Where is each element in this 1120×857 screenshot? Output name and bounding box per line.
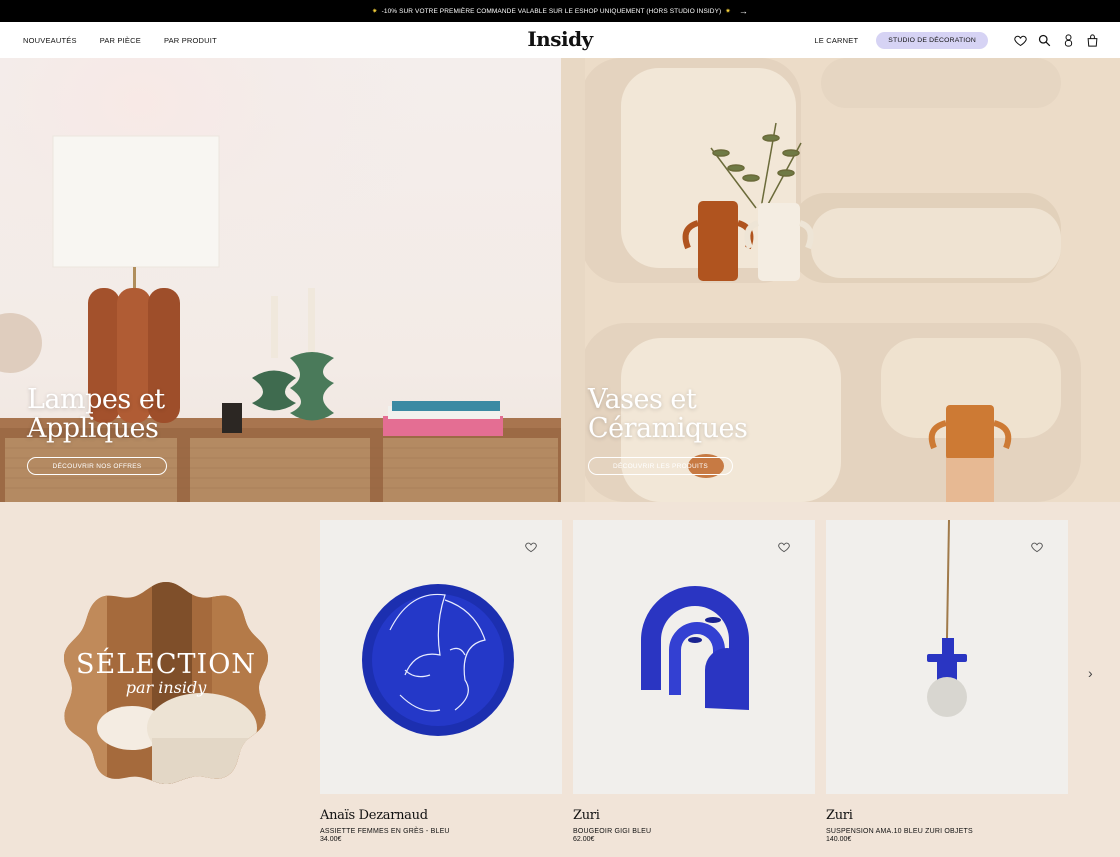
product-name[interactable]: ASSIETTE FEMMES EN GRÈS - BLEU: [320, 828, 562, 835]
product-card[interactable]: Anaïs Dezarnaud ASSIETTE FEMMES EN GRÈS …: [320, 520, 562, 843]
hero-lamps[interactable]: Lampes et Appliques DÉCOUVRIR NOS OFFRES: [0, 58, 561, 502]
product-image[interactable]: [573, 520, 815, 794]
product-price: 34.00€: [320, 836, 342, 843]
product-card[interactable]: Zuri BOUGEOIR GIGI BLEU 62.00€: [573, 520, 815, 843]
selection-badge-text: SÉLECTION par insidy: [62, 650, 270, 696]
search-icon[interactable]: [1036, 32, 1052, 48]
bag-icon[interactable]: [1084, 32, 1100, 48]
hero-lamps-button[interactable]: DÉCOUVRIR NOS OFFRES: [27, 457, 167, 475]
nav-le-carnet[interactable]: LE CARNET: [814, 36, 858, 45]
candle-holder-image: [641, 586, 749, 710]
star-icon: ✷: [372, 8, 378, 15]
heart-icon[interactable]: [1012, 32, 1028, 48]
heart-icon[interactable]: [777, 540, 791, 554]
heart-icon[interactable]: [1030, 540, 1044, 554]
arrow-right-icon[interactable]: →: [739, 6, 748, 16]
studio-button[interactable]: STUDIO DE DÉCORATION: [876, 31, 988, 49]
pendant-lamp-image: [927, 519, 967, 717]
hero-vases-title: Vases et Céramiques: [588, 384, 748, 444]
chevron-right-icon[interactable]: ›: [1088, 665, 1093, 681]
hero-vases-button[interactable]: DÉCOUVRIR LES PRODUITS: [588, 457, 733, 475]
product-name[interactable]: SUSPENSION AMA.10 BLEU ZURI OBJETS: [826, 828, 1068, 835]
product-image[interactable]: [320, 520, 562, 794]
hero-vases[interactable]: Vases et Céramiques DÉCOUVRIR LES PRODUI…: [561, 58, 1120, 502]
product-name[interactable]: BOUGEOIR GIGI BLEU: [573, 828, 815, 835]
announcement-bar[interactable]: ✷ -10% SUR VOTRE PREMIÈRE COMMANDE VALAB…: [0, 0, 1120, 22]
selection-title: SÉLECTION: [76, 649, 256, 680]
announcement-text: -10% SUR VOTRE PREMIÈRE COMMANDE VALABLE…: [381, 7, 722, 15]
header-actions: LE CARNET STUDIO DE DÉCORATION: [814, 22, 1100, 58]
account-icon[interactable]: [1060, 32, 1076, 48]
product-brand[interactable]: Zuri: [573, 808, 815, 823]
hero-lamps-title: Lampes et Appliques: [27, 384, 165, 444]
heart-icon[interactable]: [524, 540, 538, 554]
product-card[interactable]: Zuri SUSPENSION AMA.10 BLEU ZURI OBJETS …: [826, 519, 1068, 843]
plate-image: [362, 584, 514, 736]
star-icon: ✷: [725, 8, 731, 15]
site-header: NOUVEAUTÉS PAR PIÈCE PAR PRODUIT Insidy …: [0, 22, 1120, 58]
selection-subtitle: par insidy: [125, 678, 207, 697]
product-price: 140.00€: [826, 836, 852, 843]
product-price: 62.00€: [573, 836, 595, 843]
product-brand[interactable]: Zuri: [826, 808, 1068, 823]
product-image[interactable]: [826, 519, 1068, 794]
product-brand[interactable]: Anaïs Dezarnaud: [320, 808, 562, 823]
